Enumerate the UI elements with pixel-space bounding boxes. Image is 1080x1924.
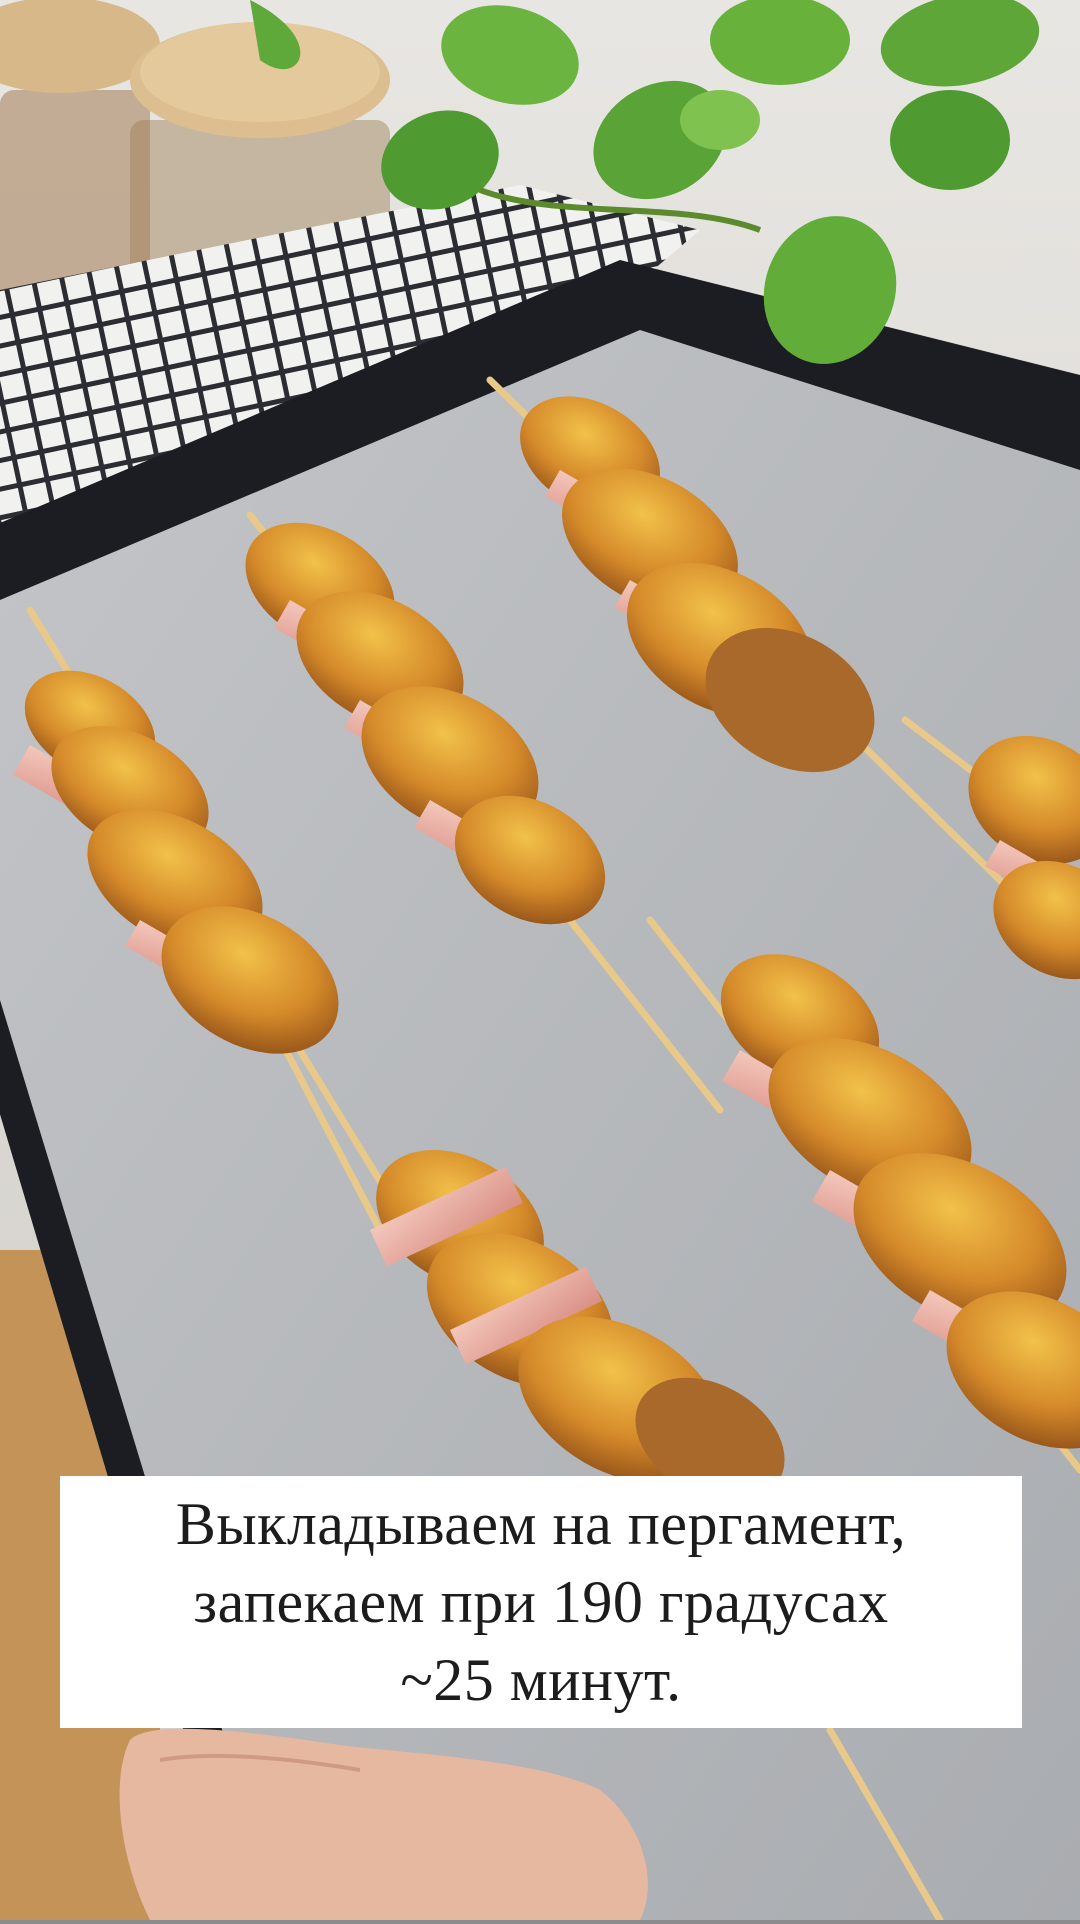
caption-line-1: Выкладываем на пергамент,: [175, 1491, 907, 1557]
caption-line-3: ~25 минут.: [400, 1647, 682, 1713]
caption-box: Выкладываем на пергамент, запекаем при 1…: [60, 1476, 1022, 1728]
caption-line-2: запекаем при 190 градусах: [193, 1569, 889, 1635]
